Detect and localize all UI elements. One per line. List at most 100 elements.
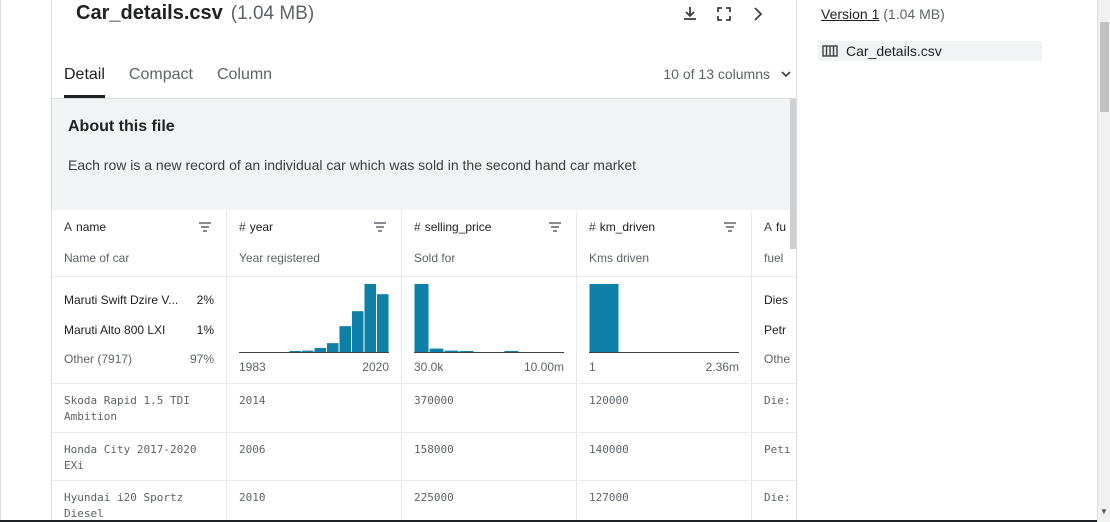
chevron-down-icon — [781, 71, 791, 78]
download-icon[interactable] — [680, 4, 700, 24]
version-size: (1.04 MB) — [883, 6, 945, 22]
file-header: Car_details.csv (1.04 MB) — [76, 2, 314, 30]
sidebar-file-label: Car_details.csv — [846, 43, 942, 59]
column-title: selling_price — [424, 220, 492, 234]
view-tabs: Detail Compact Column — [64, 62, 296, 98]
sort-icon[interactable] — [198, 222, 212, 232]
sort-icon[interactable] — [548, 222, 562, 232]
stat-percent: 1% — [196, 323, 214, 337]
file-preview-card: Car_details.csv (1.04 MB) Detail Compact… — [51, 0, 797, 522]
histogram-bar[interactable] — [504, 351, 519, 352]
histogram-bar[interactable] — [364, 284, 377, 352]
histogram-bar[interactable] — [444, 350, 459, 352]
version-link[interactable]: Version 1 — [821, 6, 879, 22]
km-driven-histogram[interactable] — [589, 282, 739, 354]
column-title: year — [249, 220, 274, 234]
histogram-bar[interactable] — [589, 284, 619, 352]
chevron-right-icon[interactable] — [748, 4, 768, 24]
about-title: About this file — [68, 118, 175, 135]
histogram-min-label: 1983 — [239, 360, 266, 374]
column-name: A name Name of car Maruti Swift Dzire V.… — [52, 210, 227, 522]
table-cell: 225000 — [414, 491, 454, 504]
file-size: (1.04 MB) — [230, 3, 315, 24]
histogram-min-label: 30.0k — [414, 360, 444, 374]
table-cell: 140000 — [589, 443, 629, 456]
column-header[interactable]: # km_driven — [589, 220, 655, 234]
column-fuel: A fu fuel Dies Petr Othe Die: Petı Die: — [752, 210, 796, 522]
column-title: fu — [776, 220, 787, 234]
stat-row: Maruti Swift Dzire V... 2% — [64, 293, 214, 307]
histogram-bar[interactable] — [459, 351, 474, 352]
histogram-bar[interactable] — [289, 351, 302, 352]
table-cell: 2014 — [239, 394, 266, 407]
histogram-bar[interactable] — [352, 311, 364, 352]
table-icon — [822, 45, 838, 57]
table-cell: Honda City 2017-2020 EXi — [64, 443, 197, 472]
table-cell: Hyundai i20 Sportz Diesel — [64, 491, 184, 520]
stat-label: Dies — [764, 293, 789, 307]
stat-row: Other (7917) 97% — [64, 352, 214, 366]
scroll-down-arrow-icon[interactable]: ▼ — [1100, 507, 1108, 516]
histogram-min-label: 1 — [589, 360, 596, 374]
file-sidebar: Version 1 (1.04 MB) Car_details.csv — [797, 0, 1097, 522]
table-cell: 120000 — [589, 394, 629, 407]
table-cell: 2010 — [239, 491, 266, 504]
histogram-max-label: 2020 — [362, 360, 389, 374]
column-description: fuel — [764, 251, 784, 265]
file-title: Car_details.csv — [76, 2, 223, 24]
sidebar-file-item[interactable]: Car_details.csv — [818, 41, 1042, 61]
tab-compact[interactable]: Compact — [129, 62, 193, 98]
column-year: # year Year registered 1983 2020 2014 20… — [227, 210, 402, 522]
numeric-type-icon: # — [239, 220, 246, 234]
histogram-bar[interactable] — [414, 284, 429, 352]
selling-price-histogram[interactable] — [414, 282, 564, 354]
table-cell: Die: — [764, 491, 791, 504]
column-description: Name of car — [64, 251, 130, 265]
about-description: Each row is a new record of an individua… — [68, 157, 637, 173]
page-scrollbar-thumb[interactable] — [1100, 22, 1109, 112]
tab-detail[interactable]: Detail — [64, 62, 105, 98]
tab-column[interactable]: Column — [217, 62, 272, 98]
header-actions — [680, 4, 768, 24]
histogram-bar[interactable] — [339, 326, 352, 352]
histogram-bar[interactable] — [314, 347, 327, 352]
histogram-max-label: 2.36m — [705, 360, 739, 374]
column-title: name — [76, 220, 107, 234]
histogram-bar[interactable] — [429, 348, 444, 352]
histogram-bar[interactable] — [302, 350, 314, 352]
column-description: Sold for — [414, 251, 456, 265]
sort-icon[interactable] — [373, 222, 387, 232]
histogram-bar[interactable] — [327, 343, 339, 352]
column-header[interactable]: A fu — [764, 220, 786, 234]
page-scrollbar[interactable]: ▼ — [1097, 0, 1110, 522]
column-count-dropdown[interactable]: 10 of 13 columns — [663, 66, 792, 82]
column-description: Kms driven — [589, 251, 650, 265]
table-cell: 158000 — [414, 443, 454, 456]
row-divider — [52, 383, 796, 384]
expand-icon[interactable] — [714, 4, 734, 24]
stat-row: Maruti Alto 800 LXI 1% — [64, 323, 214, 337]
numeric-type-icon: # — [414, 220, 421, 234]
sort-icon[interactable] — [723, 222, 737, 232]
numeric-type-icon: # — [589, 220, 596, 234]
table-cell: Skoda Rapid 1.5 TDI Ambition — [64, 394, 190, 423]
table-cell: 127000 — [589, 491, 629, 504]
column-header[interactable]: A name — [64, 220, 106, 234]
table-cell: 2006 — [239, 443, 266, 456]
stat-percent: 2% — [196, 293, 214, 307]
column-header[interactable]: # selling_price — [414, 220, 491, 234]
stat-label: Maruti Swift Dzire V... — [64, 293, 179, 307]
column-title: km_driven — [599, 220, 656, 234]
column-selling-price: # selling_price Sold for 30.0k 10.00m 37… — [402, 210, 577, 522]
row-divider — [52, 480, 796, 481]
stat-label: Petr — [764, 323, 787, 337]
about-section: About this file Each row is a new record… — [52, 99, 796, 210]
table-cell: 370000 — [414, 394, 454, 407]
year-histogram[interactable] — [239, 282, 389, 354]
string-type-icon: A — [764, 220, 773, 234]
page-left-border — [0, 0, 1, 522]
histogram-bar[interactable] — [377, 294, 389, 352]
column-count-label: 10 of 13 columns — [663, 66, 770, 82]
column-header[interactable]: # year — [239, 220, 273, 234]
column-description: Year registered — [239, 251, 320, 265]
